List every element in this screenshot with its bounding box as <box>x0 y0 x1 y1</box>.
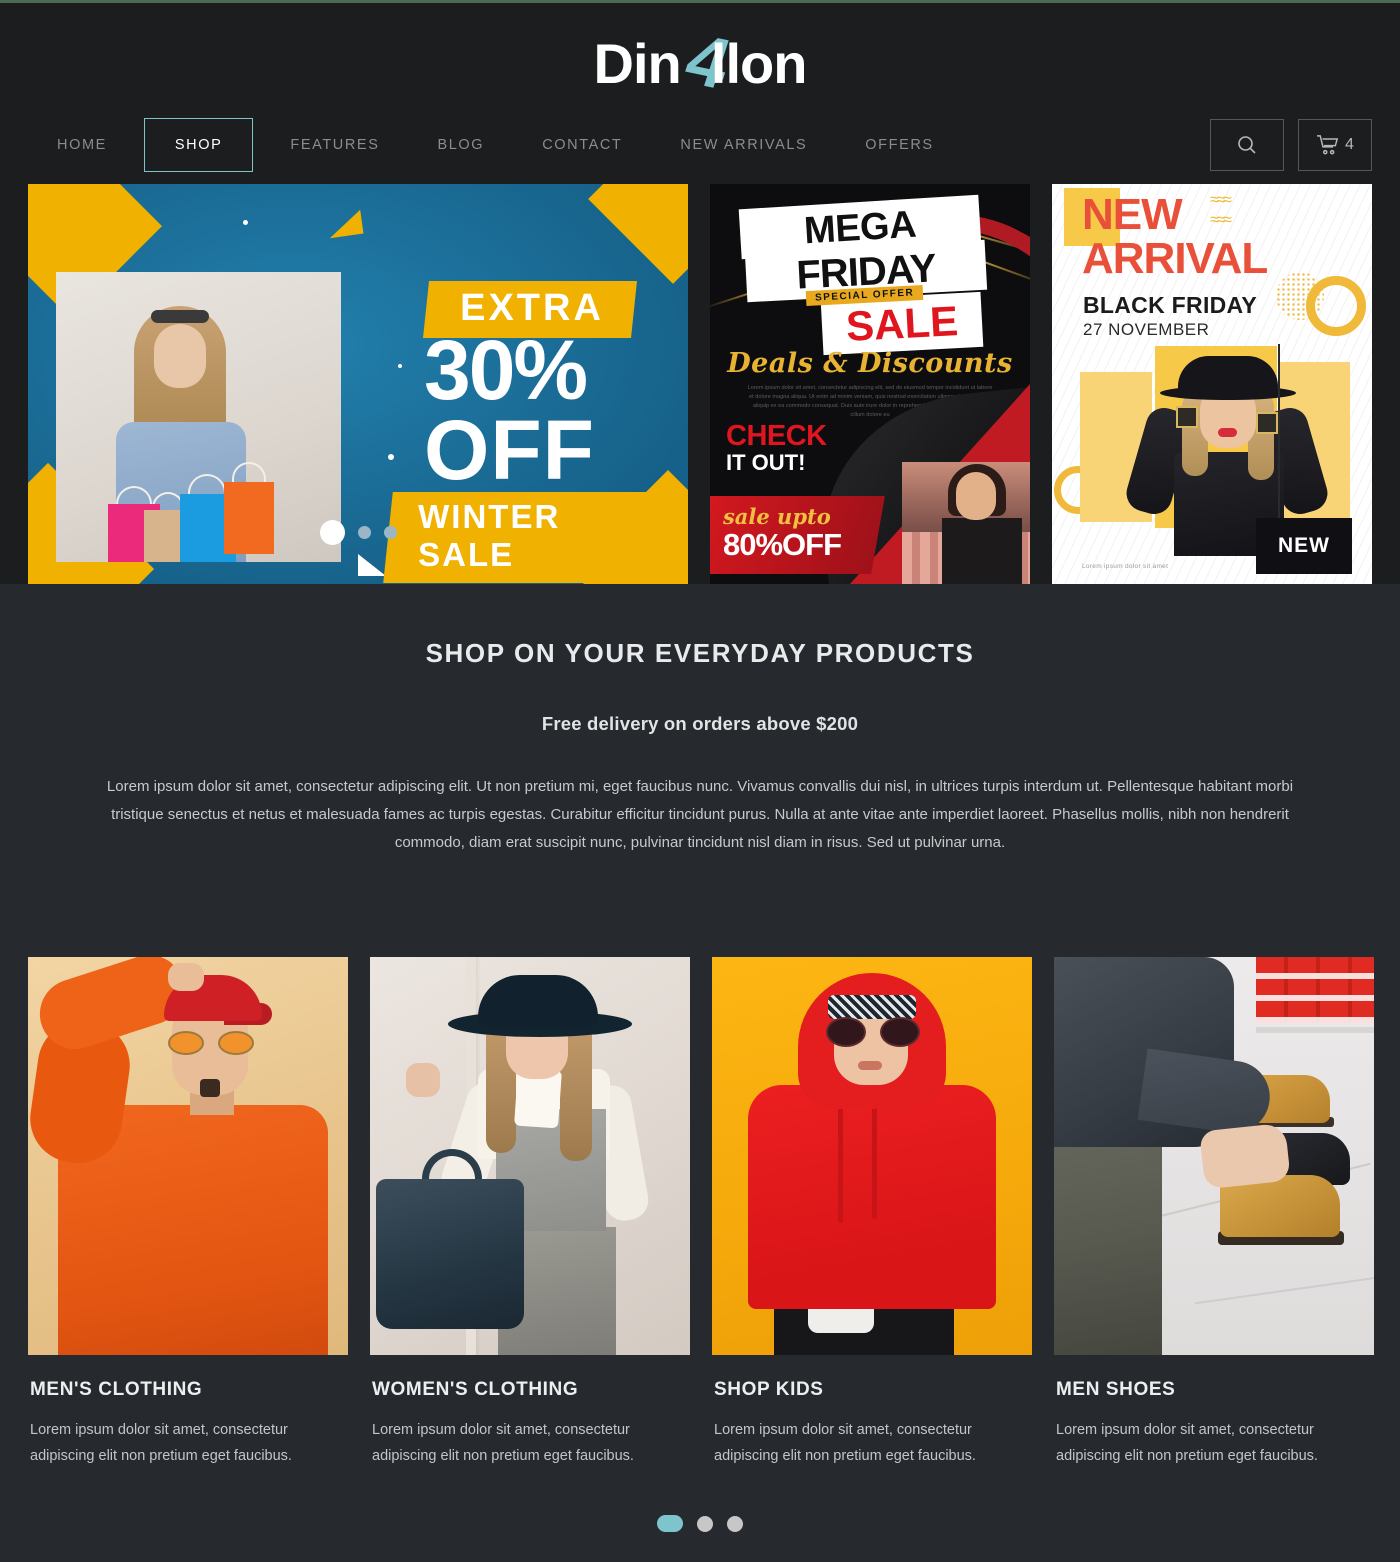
banner1-yellow-triangle <box>326 209 364 239</box>
logo-text-part2: llon <box>710 32 808 95</box>
promo-section: SHOP ON YOUR EVERYDAY PRODUCTS Free deli… <box>0 584 1400 917</box>
category-description: Lorem ipsum dolor sit amet, consectetur … <box>372 1422 634 1464</box>
nav-item-home[interactable]: HOME <box>28 118 136 172</box>
search-button[interactable] <box>1210 119 1284 171</box>
banner3-dotgrid-decoration <box>1276 272 1324 320</box>
category-card-mens-clothing[interactable]: MEN'S CLOTHING Lorem ipsum dolor sit ame… <box>28 957 348 1469</box>
banner2-sale-label: sale upto <box>722 504 831 529</box>
promo-paragraph: Lorem ipsum dolor sit amet, consectetur … <box>106 778 1294 851</box>
banner2-sale-value: 80%OFF <box>722 527 842 562</box>
category-image-shop-kids[interactable] <box>712 957 1032 1355</box>
header-actions: 4 <box>1210 119 1372 171</box>
hero-carousel-dot-1[interactable] <box>320 520 345 545</box>
nav-item-features[interactable]: FEATURES <box>261 118 408 172</box>
nav-item-contact[interactable]: CONTACT <box>513 118 651 172</box>
category-title: MEN SHOES <box>1056 1379 1176 1400</box>
cart-count-badge: 4 <box>1345 136 1354 153</box>
main-navigation: HOME SHOP FEATURES BLOG CONTACT NEW ARRI… <box>0 106 1400 184</box>
banner2-subtitle: Deals & Discounts <box>727 348 1013 379</box>
nav-item-blog[interactable]: BLOG <box>408 118 513 172</box>
nav-item-shop[interactable]: SHOP <box>143 118 254 172</box>
banner2-sale-ribbon: sale upto 80%OFF <box>710 496 885 574</box>
banner3-new-badge: NEW <box>1256 518 1352 574</box>
banner1-confetti-dot <box>243 220 248 225</box>
brand-logo[interactable]: Din4llon 4 <box>593 20 808 106</box>
banner1-percent: 30% <box>424 323 588 417</box>
banner1-model-photo <box>56 272 341 562</box>
hero-banner-winter-sale[interactable]: EXTRA 30% OFF WINTER SALE <box>28 184 688 584</box>
category-image-men-shoes[interactable] <box>1054 957 1374 1355</box>
cart-icon <box>1317 135 1339 155</box>
banner1-white-triangle <box>358 554 386 576</box>
banner3-subtitle: BLACK FRIDAY <box>1083 292 1257 318</box>
banner1-confetti-dot <box>398 364 402 368</box>
banner1-confetti-dot <box>388 454 394 460</box>
category-title: WOMEN'S CLOTHING <box>372 1379 579 1400</box>
category-cards: MEN'S CLOTHING Lorem ipsum dolor sit ame… <box>28 957 1374 1469</box>
search-icon <box>1238 136 1256 154</box>
banner3-line1: NEW <box>1082 190 1183 239</box>
logo-container[interactable]: Din4llon 4 <box>0 20 1400 106</box>
hero-carousel-dot-2[interactable] <box>358 526 371 539</box>
banner3-footnote: Lorem ipsum dolor sit amet <box>1082 563 1169 570</box>
category-image-mens-clothing[interactable] <box>28 957 348 1355</box>
banner2-cta-line2: IT OUT! <box>726 450 806 475</box>
banner2-line3: SALE <box>844 297 960 350</box>
banner1-off-text: OFF <box>424 403 595 497</box>
banner3-vertical-line <box>1278 344 1280 526</box>
category-card-men-shoes[interactable]: MEN SHOES Lorem ipsum dolor sit amet, co… <box>1054 957 1374 1469</box>
banner1-footer-label: WINTER SALE <box>383 492 688 583</box>
banner3-wave-decoration: ≈≈≈ ≈≈≈ <box>1210 190 1232 229</box>
category-cards-section: MEN'S CLOTHING Lorem ipsum dolor sit ame… <box>0 917 1400 1469</box>
banner3-line2: ARRIVAL <box>1082 234 1268 283</box>
nav-item-new-arrivals[interactable]: NEW ARRIVALS <box>651 118 836 172</box>
category-image-womens-clothing[interactable] <box>370 957 690 1355</box>
hero-banner-new-arrival[interactable]: ≈≈≈ ≈≈≈ NEW ARRIVAL BLACK FRIDAY 27 NOVEM… <box>1052 184 1372 584</box>
banner2-cta-line1: CHECK <box>726 420 827 452</box>
nav-item-offers[interactable]: OFFERS <box>836 118 962 172</box>
category-description: Lorem ipsum dolor sit amet, consectetur … <box>1056 1422 1318 1464</box>
category-card-shop-kids[interactable]: SHOP KIDS Lorem ipsum dolor sit amet, co… <box>712 957 1032 1469</box>
logo-text-part1: Din <box>593 32 682 95</box>
pagination-dot-3[interactable] <box>727 1515 743 1532</box>
category-description: Lorem ipsum dolor sit amet, consectetur … <box>30 1422 292 1464</box>
promo-subheading: Free delivery on orders above $200 <box>541 713 859 734</box>
category-card-womens-clothing[interactable]: WOMEN'S CLOTHING Lorem ipsum dolor sit a… <box>370 957 690 1469</box>
category-description: Lorem ipsum dolor sit amet, consectetur … <box>714 1422 976 1464</box>
category-title: SHOP KIDS <box>714 1379 824 1400</box>
cart-button[interactable]: 4 <box>1298 119 1372 171</box>
banner2-model-photo <box>902 462 1030 584</box>
hero-banner-mega-friday[interactable]: MEGA FRIDAY SALE SPECIAL OFFER Deals & D… <box>710 184 1030 584</box>
carousel-pagination <box>0 1469 1400 1562</box>
banner3-date: 27 NOVEMBER <box>1083 320 1210 339</box>
category-title: MEN'S CLOTHING <box>30 1379 203 1400</box>
pagination-dot-2[interactable] <box>697 1515 713 1532</box>
promo-heading: SHOP ON YOUR EVERYDAY PRODUCTS <box>425 638 975 668</box>
hero-carousel-dot-3[interactable] <box>384 526 397 539</box>
site-header: Din4llon 4 HOME SHOP FEATURES BLOG CONTA… <box>0 3 1400 184</box>
pagination-dot-1[interactable] <box>657 1515 683 1532</box>
hero-carousel-dots <box>320 520 397 545</box>
nav-items: HOME SHOP FEATURES BLOG CONTACT NEW ARRI… <box>28 118 963 172</box>
hero-banner-row: EXTRA 30% OFF WINTER SALE MEGA FRIDAY SA… <box>0 184 1400 584</box>
